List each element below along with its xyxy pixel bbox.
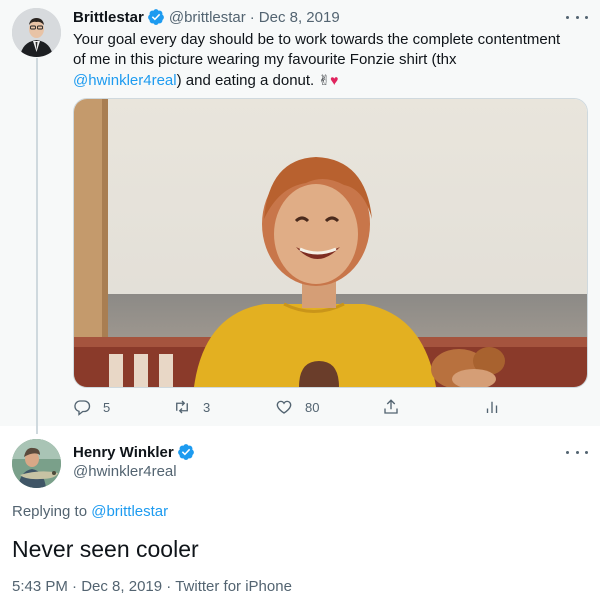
reply-icon: [74, 400, 91, 416]
tweet-text: Your goal every day should be to work to…: [73, 30, 563, 91]
like-count: 80: [305, 399, 320, 415]
reply-author-handle[interactable]: @hwinkler4real: [73, 463, 177, 480]
share-action[interactable]: [382, 398, 412, 416]
reply-source[interactable]: Twitter for iPhone: [175, 578, 292, 595]
verified-icon: [177, 444, 194, 460]
verified-icon: [147, 9, 164, 25]
tweet-text-part1: Your goal every day should be to work to…: [73, 31, 561, 68]
meta-separator: ·: [72, 578, 78, 595]
reply-date[interactable]: Dec 8, 2019: [81, 578, 162, 595]
analytics-action[interactable]: [483, 398, 513, 416]
avatar-brittlestar[interactable]: [12, 8, 61, 57]
reply-meta: 5:43 PM · Dec 8, 2019 · Twitter for iPho…: [12, 578, 292, 595]
reply-time[interactable]: 5:43 PM: [12, 578, 68, 595]
replying-to-link[interactable]: @brittlestar: [91, 503, 168, 520]
like-icon: [276, 400, 292, 414]
retweet-count: 3: [203, 399, 211, 415]
reply-header: Henry Winkler: [73, 443, 199, 461]
reply-count: 5: [103, 399, 111, 415]
victory-emoji: ✌: [318, 72, 331, 88]
reply-author-name[interactable]: Henry Winkler: [73, 444, 174, 461]
thread-line: [36, 58, 38, 434]
like-action[interactable]: 80: [275, 398, 319, 416]
separator-dot: ·: [249, 8, 255, 26]
reply-action[interactable]: 5: [73, 398, 110, 416]
more-icon[interactable]: [566, 8, 588, 26]
replying-prefix: Replying to: [12, 503, 92, 520]
heart-emoji: ♥: [330, 72, 339, 88]
more-icon[interactable]: [566, 443, 588, 461]
avatar-hwinkler[interactable]: [12, 439, 61, 488]
retweet-icon: [176, 400, 188, 414]
meta-separator: ·: [166, 578, 172, 595]
tweet-date[interactable]: Dec 8, 2019: [259, 9, 340, 26]
analytics-icon: [486, 401, 498, 413]
author-handle[interactable]: @brittlestar: [169, 9, 246, 26]
reply-text: Never seen cooler: [12, 536, 199, 562]
tweet-header: Brittlestar @brittlestar · Dec 8, 2019: [73, 8, 340, 26]
tweet-photo[interactable]: [73, 98, 588, 388]
retweet-action[interactable]: 3: [173, 398, 210, 416]
author-name[interactable]: Brittlestar: [73, 9, 144, 26]
replying-to: Replying to @brittlestar: [12, 503, 168, 520]
mention-link[interactable]: @hwinkler4real: [73, 72, 177, 89]
share-icon: [384, 399, 398, 414]
tweet-text-part2: ) and eating a donut.: [176, 72, 319, 89]
tweet-actions: 5 3 80: [73, 398, 503, 420]
